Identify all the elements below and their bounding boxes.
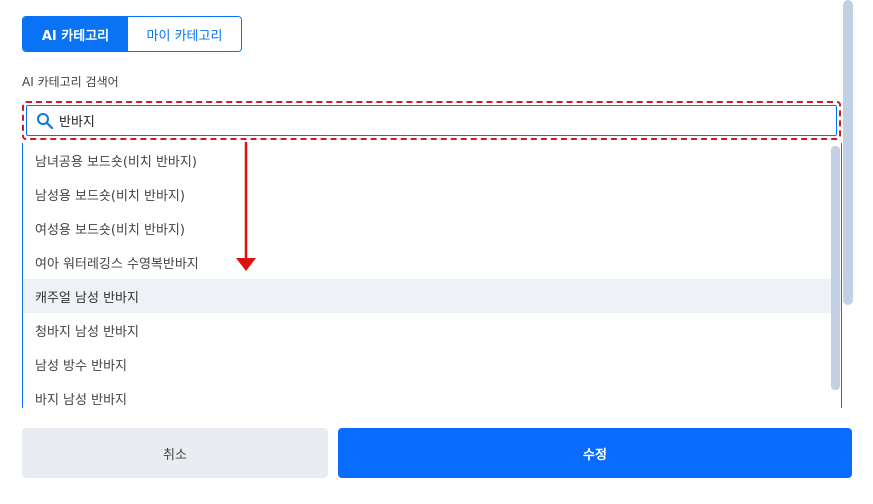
list-item[interactable]: 남녀공용 보드숏(비치 반바지) [23, 143, 841, 177]
down-arrow-annotation-icon [236, 142, 256, 271]
tab-my-category[interactable]: 마이 카테고리 [128, 17, 241, 51]
list-item[interactable]: 남성용 보드숏(비치 반바지) [23, 177, 841, 211]
search-box[interactable] [22, 101, 841, 140]
tab-ai-category[interactable]: AI 카테고리 [23, 17, 128, 51]
category-tabs: AI 카테고리 마이 카테고리 [22, 16, 242, 52]
category-edit-panel: AI 카테고리 마이 카테고리 AI 카테고리 검색어 남녀공용 보드숏(비치 … [0, 0, 873, 504]
search-label: AI 카테고리 검색어 [22, 75, 119, 89]
search-input[interactable] [59, 113, 759, 128]
list-item[interactable]: 여성용 보드숏(비치 반바지) [23, 211, 841, 245]
list-item[interactable]: 남성 방수 반바지 [23, 347, 841, 381]
list-item-hovered[interactable]: 캐주얼 남성 반바지 [23, 279, 841, 313]
list-item[interactable]: 바지 남성 반바지 [23, 381, 841, 408]
list-scrollbar-thumb[interactable] [831, 146, 840, 390]
page-scrollbar-thumb[interactable] [843, 0, 853, 305]
submit-button[interactable]: 수정 [338, 428, 852, 478]
list-item[interactable]: 청바지 남성 반바지 [23, 313, 841, 347]
cancel-button[interactable]: 취소 [22, 428, 328, 478]
list-item[interactable]: 여아 워터레깅스 수영복반바지 [23, 245, 841, 279]
category-suggestion-list: 남녀공용 보드숏(비치 반바지) 남성용 보드숏(비치 반바지) 여성용 보드숏… [22, 143, 842, 408]
search-icon [36, 112, 54, 130]
